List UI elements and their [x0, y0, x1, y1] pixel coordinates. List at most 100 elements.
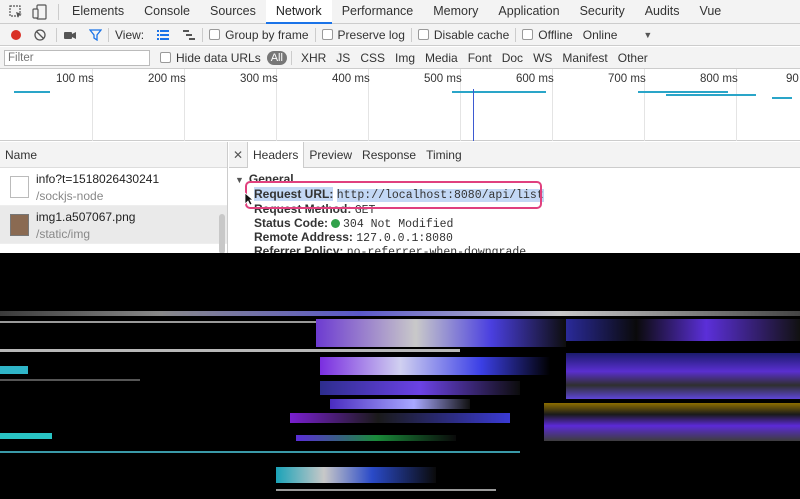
network-toolbar: View: Group by frame Preserve log Disabl… [0, 24, 800, 46]
tab-application[interactable]: Application [488, 0, 569, 24]
glitch-strip [544, 403, 800, 441]
preserve-log-label: Preserve log [337, 27, 405, 42]
filter-type-media[interactable]: Media [420, 51, 463, 65]
request-row[interactable]: img1.a507067.png /static/img [0, 206, 227, 244]
glitch-strip [316, 319, 566, 347]
request-detail-pane: ✕ Headers Preview Response Timing ▼ Gener… [229, 141, 800, 253]
referrer-policy-key: Referrer Policy: [254, 244, 344, 253]
screenshot-camera-icon[interactable] [63, 29, 77, 41]
glitch-strip [0, 433, 52, 439]
filter-type-ws[interactable]: WS [528, 51, 557, 65]
timeline-tick: 200 ms [148, 73, 186, 85]
toolbar-separator [410, 27, 412, 42]
filter-type-css[interactable]: CSS [355, 51, 390, 65]
throttling-value: Online [582, 27, 618, 42]
request-list-scrollbar[interactable] [219, 214, 225, 253]
dropdown-arrow-icon: ▼ [643, 29, 653, 40]
detail-tabs: ✕ Headers Preview Response Timing [229, 141, 800, 168]
timeline-tick: 600 ms [516, 73, 554, 85]
tab-vue[interactable]: Vue [689, 0, 731, 24]
request-name: img1.a507067.png [36, 210, 136, 224]
tab-preview[interactable]: Preview [304, 142, 357, 168]
toolbar-separator [56, 27, 57, 42]
toolbar-separator [515, 27, 517, 42]
filter-type-doc[interactable]: Doc [497, 51, 528, 65]
timeline-overview[interactable]: 100 ms 200 ms 300 ms 400 ms 500 ms 600 m… [0, 69, 800, 141]
toolbar-separator [202, 27, 204, 42]
glitch-strip [330, 399, 470, 409]
glitch-strip [0, 349, 460, 352]
timeline-tick: 800 ms [700, 73, 738, 85]
filter-type-other[interactable]: Other [613, 51, 653, 65]
filter-type-all[interactable]: All [266, 50, 287, 65]
tab-network[interactable]: Network [265, 0, 332, 24]
preserve-log-checkbox[interactable]: Preserve log [321, 27, 405, 42]
checkbox-box [321, 29, 333, 40]
clear-icon[interactable] [34, 28, 46, 41]
image-thumbnail-icon [10, 214, 29, 236]
throttling-select[interactable]: Online ▼ [583, 28, 653, 42]
glitch-strip [0, 379, 140, 381]
remote-address-key: Remote Address: [254, 230, 353, 244]
waterfall-overview-icon[interactable] [182, 29, 196, 41]
glitch-strip [566, 353, 800, 399]
disable-cache-checkbox[interactable]: Disable cache [417, 27, 510, 42]
filter-separator [290, 50, 292, 65]
record-icon[interactable] [10, 29, 22, 41]
mouse-cursor-icon [244, 192, 254, 206]
name-column-header[interactable]: Name [0, 142, 227, 168]
tab-performance[interactable]: Performance [332, 0, 424, 24]
filter-type-js[interactable]: JS [331, 51, 355, 65]
timeline-tick: 100 ms [56, 73, 94, 85]
filter-type-xhr[interactable]: XHR [296, 51, 331, 65]
group-by-frame-label: Group by frame [225, 27, 309, 42]
status-code-key: Status Code: [254, 216, 329, 230]
glitch-strip [276, 489, 496, 491]
tab-memory[interactable]: Memory [423, 0, 488, 24]
view-label: View: [115, 27, 145, 42]
referrer-policy-row: Referrer Policy: no-referrer-when-downgr… [254, 244, 526, 253]
request-list: Name info?t=1518026430241 /sockjs-node i… [0, 142, 228, 253]
glitch-strip [0, 451, 520, 453]
glitch-strip [0, 366, 28, 374]
filter-icon[interactable] [89, 28, 102, 41]
tab-console[interactable]: Console [134, 0, 200, 24]
devtools-panel: Elements Console Sources Network Perform… [0, 0, 800, 253]
timeline-dom-content-loaded-marker [473, 89, 474, 141]
tab-timing[interactable]: Timing [421, 142, 467, 168]
disable-cache-label: Disable cache [433, 27, 510, 42]
filter-type-font[interactable]: Font [463, 51, 497, 65]
timeline-tick: 90 [786, 73, 799, 85]
tab-security[interactable]: Security [570, 0, 635, 24]
large-rows-icon[interactable] [156, 29, 170, 41]
hide-data-urls-checkbox[interactable]: Hide data URLs [160, 51, 261, 65]
tabbar-separator [58, 4, 59, 20]
tab-audits[interactable]: Audits [635, 0, 690, 24]
tab-elements[interactable]: Elements [62, 0, 134, 24]
checkbox-box [417, 29, 429, 40]
glitch-strip [276, 467, 436, 483]
timeline-request-bar [638, 91, 728, 93]
offline-checkbox[interactable]: Offline [522, 28, 573, 42]
timeline-tick: 500 ms [424, 73, 462, 85]
glitch-strip [320, 357, 550, 375]
glitch-strip [290, 413, 510, 423]
filter-input[interactable] [4, 49, 150, 66]
close-icon[interactable]: ✕ [229, 148, 247, 162]
group-by-frame-checkbox[interactable]: Group by frame [209, 27, 309, 42]
request-row[interactable]: info?t=1518026430241 /sockjs-node [0, 168, 227, 206]
timeline-request-bar [14, 91, 50, 93]
glitch-strip [0, 321, 330, 323]
inspect-element-icon[interactable] [8, 4, 24, 20]
request-path: /static/img [36, 227, 91, 241]
filter-type-img[interactable]: Img [390, 51, 420, 65]
glitch-strip [566, 319, 800, 341]
checkbox-box [522, 29, 534, 40]
tab-response[interactable]: Response [357, 142, 421, 168]
tab-headers[interactable]: Headers [247, 141, 305, 168]
timeline-tick: 300 ms [240, 73, 278, 85]
filter-type-manifest[interactable]: Manifest [557, 51, 612, 65]
corrupted-image-region [0, 253, 800, 499]
tab-sources[interactable]: Sources [200, 0, 266, 24]
device-toolbar-icon[interactable] [32, 4, 48, 20]
